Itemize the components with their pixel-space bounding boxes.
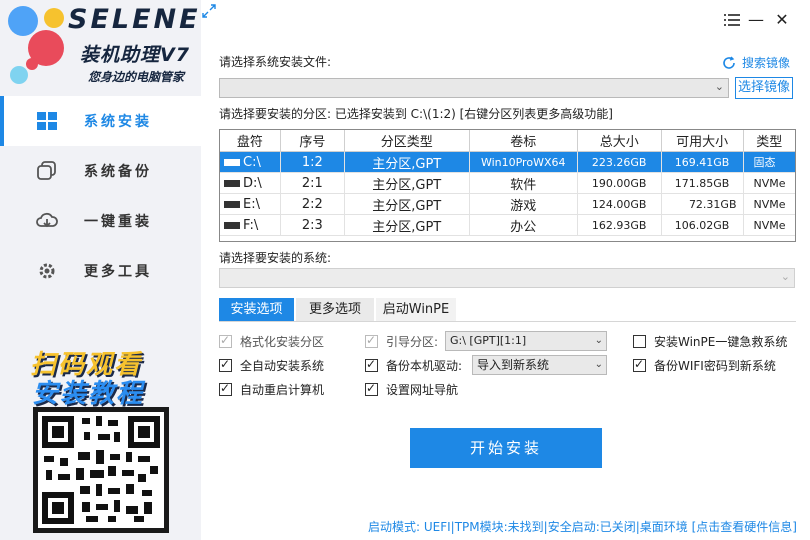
status-bar-link[interactable]: 启动模式: UEFI|TPM模块:未找到|安全启动:已关闭|桌面环境 [点击查看… — [368, 518, 797, 535]
format-partition-option[interactable]: 格式化安装分区 — [219, 333, 324, 349]
set-nav-checkbox[interactable] — [365, 381, 378, 396]
chevron-down-icon: ⌄ — [594, 359, 603, 370]
boot-partition-label: 引导分区: — [386, 334, 439, 349]
file-section-label: 请选择系统安装文件: — [219, 55, 332, 69]
driver-action-select[interactable]: 导入到新系统 ⌄ — [472, 355, 607, 375]
brand-logo: SELENE 装机助理V7 您身边的电脑管家 — [0, 0, 201, 96]
auto-restart-label: 自动重启计算机 — [240, 382, 325, 397]
windows-icon — [37, 112, 57, 130]
sidebar-item-label: 系统备份 — [84, 164, 152, 180]
promo-title-line2: 安装教程 — [32, 379, 145, 409]
backup-wifi-label: 备份WIFI密码到新系统 — [654, 358, 776, 373]
brand-name: SELENE — [68, 4, 201, 35]
chevron-down-icon: ⌄ — [594, 335, 603, 346]
boot-partition-option[interactable]: 引导分区: — [365, 333, 438, 349]
copy-icon — [37, 161, 56, 180]
tab-boot-winpe[interactable]: 启动WinPE — [376, 298, 456, 322]
auto-restart-checkbox[interactable] — [219, 381, 232, 396]
partition-table-frame — [219, 129, 796, 242]
menu-icon[interactable] — [722, 10, 742, 30]
auto-restart-option[interactable]: 自动重启计算机 — [219, 381, 324, 397]
brand-tagline: 您身边的电脑管家 — [88, 70, 185, 84]
tab-more-options[interactable]: 更多选项 — [296, 298, 374, 322]
sidebar-item-label: 一键重装 — [84, 214, 152, 230]
partition-section-label: 请选择要安装的分区: 已选择安装到 C:\(1:2) [右键分区列表更多高级功能… — [219, 107, 613, 121]
tab-install-options[interactable]: 安装选项 — [219, 298, 294, 322]
backup-wifi-checkbox[interactable] — [633, 357, 646, 372]
driver-action-value: 导入到新系统 — [477, 358, 550, 372]
sidebar-item-one-click-reinstall[interactable]: 一键重装 — [0, 196, 201, 246]
chevron-down-icon: ⌄ — [780, 270, 790, 283]
boot-partition-checkbox[interactable] — [365, 333, 378, 348]
system-edition-combo[interactable]: ⌄ — [219, 268, 795, 288]
image-file-combo[interactable]: ⌄ — [219, 78, 729, 98]
choose-image-button[interactable]: 选择镜像 — [735, 77, 793, 99]
backup-driver-option[interactable]: 备份本机驱动: — [365, 357, 462, 373]
boot-partition-select[interactable]: G:\ [GPT][1:1] ⌄ — [445, 331, 607, 351]
auto-install-option[interactable]: 全自动安装系统 — [219, 357, 324, 373]
winpe-rescue-checkbox[interactable] — [633, 334, 646, 348]
sidebar: SELENE 装机助理V7 您身边的电脑管家 系统安装 系统备份 一键重装 更多… — [0, 0, 201, 540]
gear-icon — [39, 263, 55, 279]
close-button[interactable]: ✕ — [772, 10, 792, 30]
backup-driver-checkbox[interactable] — [365, 357, 378, 372]
minimize-button[interactable]: — — [746, 10, 766, 30]
sidebar-item-label: 更多工具 — [84, 264, 152, 280]
format-partition-label: 格式化安装分区 — [240, 334, 325, 349]
brand-product: 装机助理V7 — [80, 44, 190, 66]
backup-driver-label: 备份本机驱动: — [386, 358, 463, 373]
format-partition-checkbox[interactable] — [219, 333, 232, 348]
search-image-label: 搜索镜像 — [742, 56, 791, 70]
backup-wifi-option[interactable]: 备份WIFI密码到新系统 — [633, 357, 776, 373]
sidebar-item-label: 系统安装 — [84, 114, 152, 130]
winpe-rescue-option[interactable]: 安装WinPE一键急救系统 — [633, 333, 787, 349]
expand-icon[interactable] — [202, 4, 216, 18]
set-nav-label: 设置网址导航 — [386, 382, 459, 397]
boot-partition-value: G:\ [GPT][1:1] — [450, 334, 527, 347]
refresh-icon — [723, 56, 735, 69]
tab-divider — [219, 321, 796, 322]
search-image-link[interactable]: 搜索镜像 — [722, 54, 790, 71]
sidebar-item-more-tools[interactable]: 更多工具 — [0, 246, 201, 296]
sidebar-item-system-backup[interactable]: 系统备份 — [0, 146, 201, 196]
set-nav-option[interactable]: 设置网址导航 — [365, 381, 458, 397]
winpe-rescue-label: 安装WinPE一键急救系统 — [654, 334, 788, 349]
cloud-download-icon — [36, 212, 58, 228]
sidebar-item-system-install[interactable]: 系统安装 — [0, 96, 201, 146]
qr-pattern — [44, 416, 158, 522]
system-section-label: 请选择要安装的系统: — [219, 251, 332, 265]
start-install-button[interactable]: 开始安装 — [410, 428, 602, 468]
qr-code — [33, 407, 169, 533]
auto-install-checkbox[interactable] — [219, 357, 232, 372]
chevron-down-icon: ⌄ — [714, 80, 724, 93]
auto-install-label: 全自动安装系统 — [240, 358, 325, 373]
